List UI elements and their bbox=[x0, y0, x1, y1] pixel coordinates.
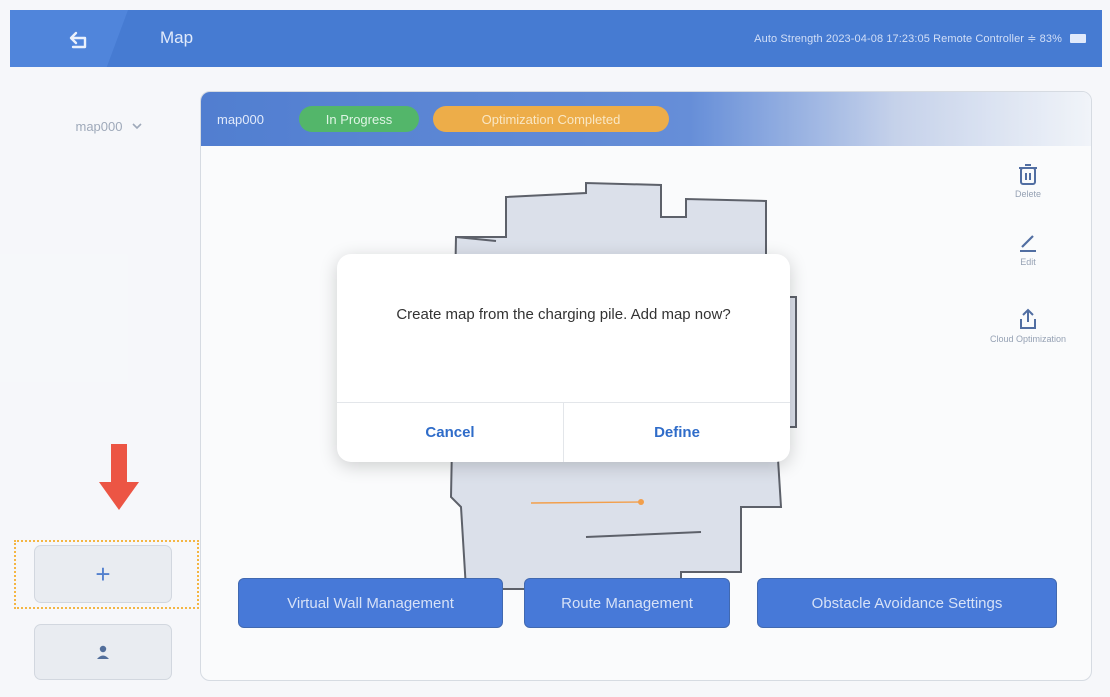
dialog-message: Create map from the charging pile. Add m… bbox=[396, 306, 731, 323]
define-button[interactable]: Define bbox=[564, 403, 790, 462]
cancel-button[interactable]: Cancel bbox=[337, 403, 563, 462]
confirm-dialog: Create map from the charging pile. Add m… bbox=[337, 254, 790, 462]
